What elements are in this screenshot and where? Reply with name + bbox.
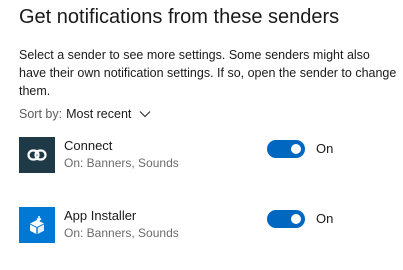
- sender-name: App Installer: [64, 208, 137, 223]
- sender-name: Connect: [64, 138, 113, 153]
- sort-value[interactable]: Most recent: [66, 107, 131, 121]
- sort-dropdown[interactable]: Sort by: Most recent: [19, 107, 151, 121]
- toggle-knob: [291, 214, 301, 224]
- sender-status: On: Banners, Sounds: [64, 226, 179, 240]
- sender-item-connect[interactable]: Connect On: Banners, Sounds On: [19, 137, 403, 179]
- chevron-down-icon[interactable]: [139, 110, 151, 118]
- toggle-state-label: On: [316, 141, 334, 156]
- sort-label: Sort by:: [19, 107, 63, 121]
- notification-toggle-connect[interactable]: [267, 140, 305, 158]
- app-installer-icon: [19, 207, 55, 243]
- page-description: Select a sender to see more settings. So…: [19, 48, 397, 98]
- page-title: Get notifications from these senders: [19, 6, 340, 28]
- connect-icon: [19, 137, 55, 173]
- sender-item-app-installer[interactable]: App Installer On: Banners, Sounds On: [19, 207, 403, 249]
- notification-toggle-app-installer[interactable]: [267, 210, 305, 228]
- sender-status: On: Banners, Sounds: [64, 156, 179, 170]
- toggle-knob: [291, 144, 301, 154]
- toggle-state-label: On: [316, 211, 334, 226]
